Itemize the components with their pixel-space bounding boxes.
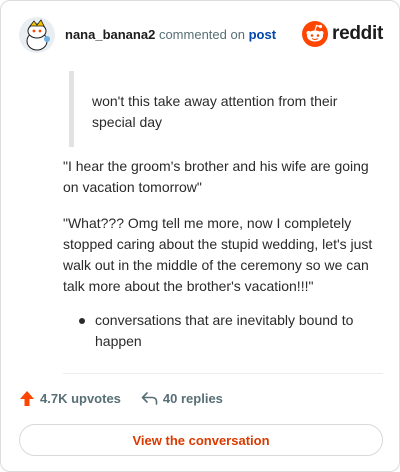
- upvote-count: 4.7K upvotes: [40, 391, 121, 406]
- reddit-wordmark: reddit: [332, 23, 383, 44]
- reddit-brand[interactable]: reddit: [302, 21, 383, 47]
- comment-card: nana_banana2 commented on post reddit wo…: [0, 0, 400, 472]
- bullet-list: conversations that are inevitably bound …: [63, 310, 383, 352]
- view-conversation-button[interactable]: View the conversation: [19, 424, 383, 456]
- snoo-avatar-icon[interactable]: [19, 17, 55, 53]
- bullet-text: conversations that are inevitably bound …: [95, 312, 354, 349]
- divider: [63, 373, 383, 374]
- parent-quote: won't this take away attention from thei…: [69, 71, 369, 147]
- comment-paragraph-1: "I hear the groom's brother and his wife…: [63, 158, 369, 195]
- list-item: conversations that are inevitably bound …: [63, 310, 383, 352]
- action-bar: 4.7K upvotes 40 replies: [19, 390, 223, 407]
- bullet-dot: [79, 318, 85, 324]
- comment-paragraph-2: "What??? Omg tell me more, now I complet…: [63, 215, 373, 294]
- username[interactable]: nana_banana2: [65, 27, 155, 42]
- upvote-arrow-icon: [20, 391, 34, 406]
- commented-on-text: commented on: [158, 27, 245, 42]
- reddit-logo-icon: [302, 21, 329, 47]
- reply-arrow-icon: [141, 392, 158, 405]
- replies-button[interactable]: 40 replies: [141, 391, 223, 406]
- comment-meta: nana_banana2 commented on post: [65, 27, 276, 43]
- upvote-button[interactable]: 4.7K upvotes: [19, 390, 121, 407]
- post-link[interactable]: post: [249, 27, 276, 42]
- replies-count: 40 replies: [162, 391, 223, 406]
- comment-header: nana_banana2 commented on post reddit: [19, 15, 383, 55]
